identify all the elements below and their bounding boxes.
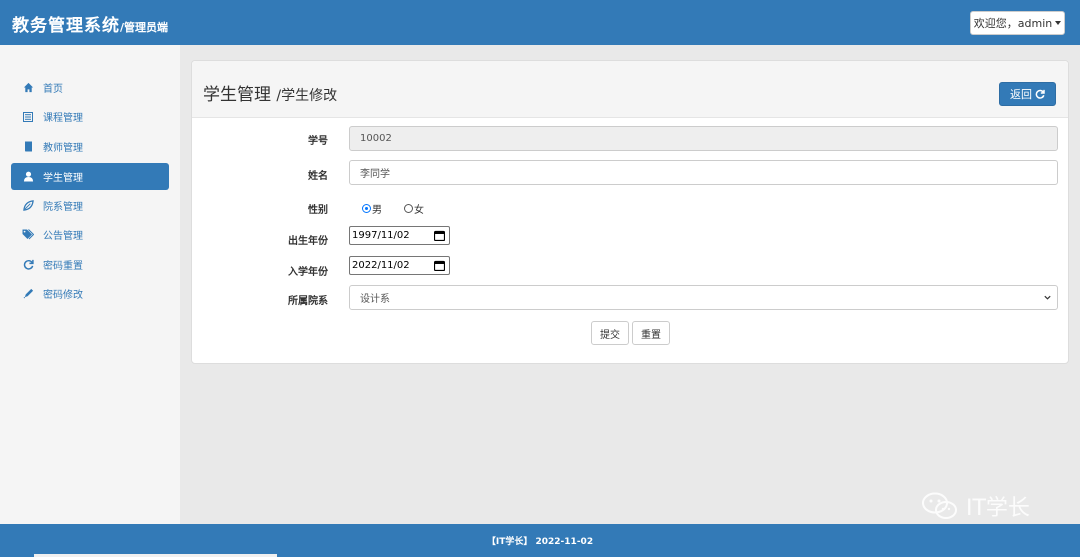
sidebar-item-password-reset[interactable]: 密码重置 — [11, 251, 169, 278]
gender-female-label: 女 — [414, 205, 424, 216]
sidebar-item-home[interactable]: 首页 — [11, 74, 169, 101]
sidebar-item-label: 公告管理 — [43, 231, 83, 242]
sidebar-item-courses[interactable]: 课程管理 — [11, 103, 169, 130]
panel-title-sub: /学生修改 — [276, 88, 338, 104]
name-label: 姓名 — [308, 171, 328, 182]
panel-header: 学生管理 /学生修改 返回 — [192, 61, 1068, 118]
sidebar-item-label: 学生管理 — [43, 173, 83, 184]
reset-button-label: 重置 — [641, 329, 661, 341]
home-icon — [22, 82, 34, 94]
footer-text: 【IT学长】 2022-11-02 — [486, 537, 594, 547]
wechat-icon — [922, 492, 957, 519]
submit-button[interactable]: 提交 — [591, 321, 629, 345]
page-title: 学生管理 /学生修改 — [203, 80, 337, 105]
birth-date-value: 1997/11/02 — [352, 230, 410, 241]
top-navbar: 教务管理系统/管理员端 欢迎您，admin — [0, 0, 1080, 45]
sidebar-item-label: 教师管理 — [43, 143, 83, 154]
book-icon — [22, 141, 34, 153]
pencil-icon — [22, 288, 34, 300]
sidebar: 首页 课程管理 教师管理 学生管理 院系管理 公告管理 密码重置 密码修改 — [0, 45, 180, 524]
radio-checked-icon — [362, 204, 371, 213]
tags-icon — [22, 229, 34, 241]
leaf-icon — [22, 200, 34, 212]
gender-radio-group: 男 女 — [362, 201, 424, 216]
name-input[interactable]: 李同学 — [349, 160, 1058, 185]
gender-label: 性别 — [308, 205, 328, 216]
birth-year-label: 出生年份 — [288, 236, 328, 247]
brand-subtitle: /管理员端 — [120, 21, 169, 34]
enroll-date-input[interactable]: 2022/11/02 — [349, 256, 450, 275]
reset-button[interactable]: 重置 — [632, 321, 670, 345]
watermark-text: IT学长 — [966, 496, 1030, 521]
sidebar-item-password-change[interactable]: 密码修改 — [11, 280, 169, 307]
brand-title: 教务管理系统 — [12, 16, 120, 36]
chevron-down-icon — [1044, 295, 1051, 300]
student-id-label: 学号 — [308, 136, 328, 147]
user-dropdown-button[interactable]: 欢迎您，admin — [970, 11, 1065, 35]
enroll-date-value: 2022/11/02 — [352, 260, 410, 271]
footer: 【IT学长】 2022-11-02 — [0, 524, 1080, 557]
user-dropdown-label: 欢迎您，admin — [973, 17, 1053, 30]
birth-date-input[interactable]: 1997/11/02 — [349, 226, 450, 245]
department-label: 所属院系 — [288, 296, 328, 307]
brand[interactable]: 教务管理系统/管理员端 — [12, 11, 168, 36]
sidebar-item-label: 院系管理 — [43, 202, 83, 213]
sidebar-item-label: 首页 — [43, 84, 63, 95]
back-button-label: 返回 — [1010, 88, 1032, 101]
sidebar-item-notices[interactable]: 公告管理 — [11, 221, 169, 248]
enroll-year-label: 入学年份 — [288, 267, 328, 278]
radio-unchecked-icon — [404, 204, 413, 213]
student-edit-panel: 学生管理 /学生修改 返回 学号 10002 姓名 李同学 性别 男 女 出生年… — [191, 60, 1069, 364]
department-value: 设计系 — [360, 294, 390, 305]
refresh-icon — [22, 259, 34, 271]
gender-male-radio[interactable]: 男 — [362, 201, 382, 216]
refresh-icon — [1035, 89, 1045, 99]
sidebar-item-teachers[interactable]: 教师管理 — [11, 133, 169, 160]
back-button[interactable]: 返回 — [999, 82, 1056, 106]
gender-male-label: 男 — [372, 205, 382, 216]
sidebar-item-label: 课程管理 — [43, 113, 83, 124]
caret-down-icon — [1055, 21, 1062, 25]
sidebar-item-label: 密码修改 — [43, 290, 83, 301]
watermark: IT学长 — [920, 490, 1030, 522]
student-id-value: 10002 — [360, 133, 392, 144]
user-icon — [22, 171, 34, 183]
calendar-icon[interactable] — [434, 260, 445, 271]
sidebar-item-students[interactable]: 学生管理 — [11, 163, 169, 190]
panel-title-main: 学生管理 — [203, 85, 271, 105]
student-id-input[interactable]: 10002 — [349, 126, 1058, 151]
gender-female-radio[interactable]: 女 — [404, 201, 424, 216]
name-value: 李同学 — [360, 169, 390, 180]
list-icon — [22, 111, 34, 123]
sidebar-item-departments[interactable]: 院系管理 — [11, 192, 169, 219]
sidebar-item-label: 密码重置 — [43, 261, 83, 272]
calendar-icon[interactable] — [434, 230, 445, 241]
department-select[interactable]: 设计系 — [349, 285, 1058, 310]
submit-button-label: 提交 — [600, 329, 620, 341]
